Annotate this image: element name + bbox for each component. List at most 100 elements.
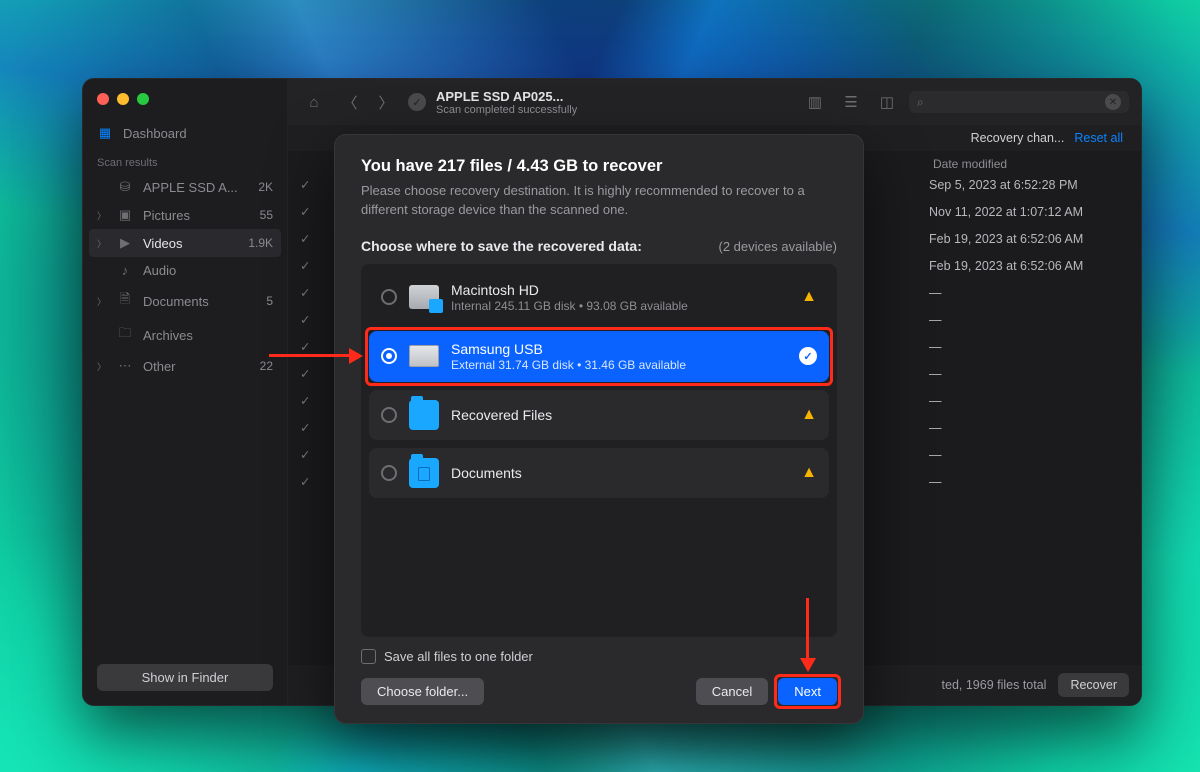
save-all-label: Save all files to one folder	[384, 649, 533, 664]
radio-button[interactable]	[381, 465, 397, 481]
choose-folder-button[interactable]: Choose folder...	[361, 678, 484, 705]
clear-search-icon[interactable]: ✕	[1105, 94, 1121, 110]
destination-samsung-usb[interactable]: Samsung USBExternal 31.74 GB disk • 31.4…	[369, 331, 829, 382]
sidebar-dashboard-label: Dashboard	[123, 126, 187, 141]
sidebar-item-count: 1.9K	[248, 236, 273, 250]
device-subtitle: Scan completed successfully	[436, 104, 577, 116]
external-disk-icon	[409, 345, 439, 367]
folder-icon	[409, 400, 439, 430]
video-icon: ▶	[117, 235, 133, 251]
sidebar-item-other[interactable]: 〉⋯Other22	[83, 352, 287, 380]
chevron-right-icon: 〉	[97, 209, 105, 222]
sidebar-item-documents[interactable]: 〉🗎Documents5	[83, 284, 287, 318]
show-in-finder-button[interactable]: Show in Finder	[97, 664, 273, 691]
panel-view-icon[interactable]: ◫	[873, 89, 901, 115]
toolbar-title: APPLE SSD AP025... Scan completed succes…	[436, 89, 577, 116]
row-checkbox[interactable]: ✓	[300, 420, 320, 435]
destination-documents[interactable]: Documents▲	[369, 448, 829, 498]
destination-macintosh-hd[interactable]: Macintosh HDInternal 245.11 GB disk • 93…	[369, 272, 829, 323]
reset-all-link[interactable]: Reset all	[1074, 131, 1129, 145]
save-all-option[interactable]: Save all files to one folder	[361, 649, 837, 664]
row-date: —	[929, 394, 1129, 408]
window-controls	[83, 87, 287, 119]
row-checkbox[interactable]: ✓	[300, 474, 320, 489]
selection-status-text: ted, 1969 files total	[942, 678, 1047, 692]
other-icon: ⋯	[117, 358, 133, 374]
status-check-icon: ✓	[408, 93, 426, 111]
search-icon: ⌕	[917, 95, 924, 110]
row-date: —	[929, 340, 1129, 354]
modal-description: Please choose recovery destination. It i…	[361, 182, 837, 220]
sidebar-item-apple-ssd-a-[interactable]: ⛁APPLE SSD A...2K	[83, 173, 287, 201]
row-date: —	[929, 448, 1129, 462]
list-view-icon[interactable]: ☰	[837, 89, 865, 115]
grid-icon: ▦	[97, 125, 113, 141]
sidebar-item-count: 55	[260, 208, 273, 222]
chevron-right-icon: 〉	[97, 295, 105, 308]
row-checkbox[interactable]: ✓	[300, 177, 320, 192]
sidebar-item-label: Audio	[143, 263, 176, 278]
destination-recovered-files[interactable]: Recovered Files▲	[369, 390, 829, 440]
disk-icon: ⛁	[117, 179, 133, 195]
next-button[interactable]: Next	[778, 678, 837, 705]
row-checkbox[interactable]: ✓	[300, 339, 320, 354]
row-checkbox[interactable]: ✓	[300, 393, 320, 408]
row-checkbox[interactable]: ✓	[300, 366, 320, 381]
row-checkbox[interactable]: ✓	[300, 231, 320, 246]
destination-name: Macintosh HD	[451, 282, 688, 298]
sidebar-section-header: Scan results	[83, 147, 287, 173]
row-checkbox[interactable]: ✓	[300, 258, 320, 273]
devices-available-text: (2 devices available)	[718, 239, 837, 254]
row-checkbox[interactable]: ✓	[300, 312, 320, 327]
col-date-modified[interactable]: Date modified	[929, 157, 1129, 171]
zoom-window-button[interactable]	[137, 93, 149, 105]
toolbar: ⌂ 〈 〉 ✓ APPLE SSD AP025... Scan complete…	[288, 79, 1141, 125]
destination-list: Macintosh HDInternal 245.11 GB disk • 93…	[361, 264, 837, 637]
row-date: Feb 19, 2023 at 6:52:06 AM	[929, 232, 1129, 246]
sidebar-item-label: Archives	[143, 328, 193, 343]
row-checkbox[interactable]: ✓	[300, 204, 320, 219]
row-date: —	[929, 367, 1129, 381]
chevron-right-icon: 〉	[97, 237, 105, 250]
sidebar-item-archives[interactable]: 🗀Archives	[83, 318, 287, 352]
choose-destination-label: Choose where to save the recovered data:	[361, 238, 642, 254]
columns-view-icon[interactable]: ▥	[801, 89, 829, 115]
modal-title: You have 217 files / 4.43 GB to recover	[361, 157, 837, 176]
radio-button[interactable]	[381, 289, 397, 305]
sidebar-item-audio[interactable]: ♪Audio	[83, 257, 287, 284]
sidebar-item-pictures[interactable]: 〉▣Pictures55	[83, 201, 287, 229]
row-date: —	[929, 313, 1129, 327]
recovery-chances-filter[interactable]: Recovery chan...	[971, 131, 1065, 145]
radio-button[interactable]	[381, 348, 397, 364]
row-date: Nov 11, 2022 at 1:07:12 AM	[929, 205, 1129, 219]
warning-icon: ▲	[801, 406, 817, 424]
device-title: APPLE SSD AP025...	[436, 89, 563, 104]
row-date: Feb 19, 2023 at 6:52:06 AM	[929, 259, 1129, 273]
destination-detail: External 31.74 GB disk • 31.46 GB availa…	[451, 358, 686, 372]
forward-button[interactable]: 〉	[372, 89, 400, 115]
close-window-button[interactable]	[97, 93, 109, 105]
sidebar: ▦ Dashboard Scan results ⛁APPLE SSD A...…	[83, 79, 288, 705]
sidebar-item-count: 5	[266, 294, 273, 308]
destination-detail: Internal 245.11 GB disk • 93.08 GB avail…	[451, 299, 688, 313]
sidebar-item-label: Pictures	[143, 208, 190, 223]
radio-button[interactable]	[381, 407, 397, 423]
recovery-destination-modal: You have 217 files / 4.43 GB to recover …	[334, 134, 864, 724]
selected-check-icon: ✓	[799, 347, 817, 365]
sidebar-item-label: Videos	[143, 236, 183, 251]
warning-icon: ▲	[801, 288, 817, 306]
back-button[interactable]: 〈	[336, 89, 364, 115]
minimize-window-button[interactable]	[117, 93, 129, 105]
sidebar-item-count: 2K	[258, 180, 273, 194]
search-field[interactable]: ⌕ ✕	[909, 91, 1129, 113]
cancel-button[interactable]: Cancel	[696, 678, 768, 705]
row-checkbox[interactable]: ✓	[300, 285, 320, 300]
row-checkbox[interactable]: ✓	[300, 447, 320, 462]
sidebar-item-videos[interactable]: 〉 ▶ Videos 1.9K	[89, 229, 281, 257]
home-icon[interactable]: ⌂	[300, 89, 328, 115]
row-date: —	[929, 475, 1129, 489]
recover-button[interactable]: Recover	[1058, 673, 1129, 697]
sidebar-dashboard[interactable]: ▦ Dashboard	[83, 119, 287, 147]
checkbox-icon[interactable]	[361, 649, 376, 664]
row-date: —	[929, 421, 1129, 435]
